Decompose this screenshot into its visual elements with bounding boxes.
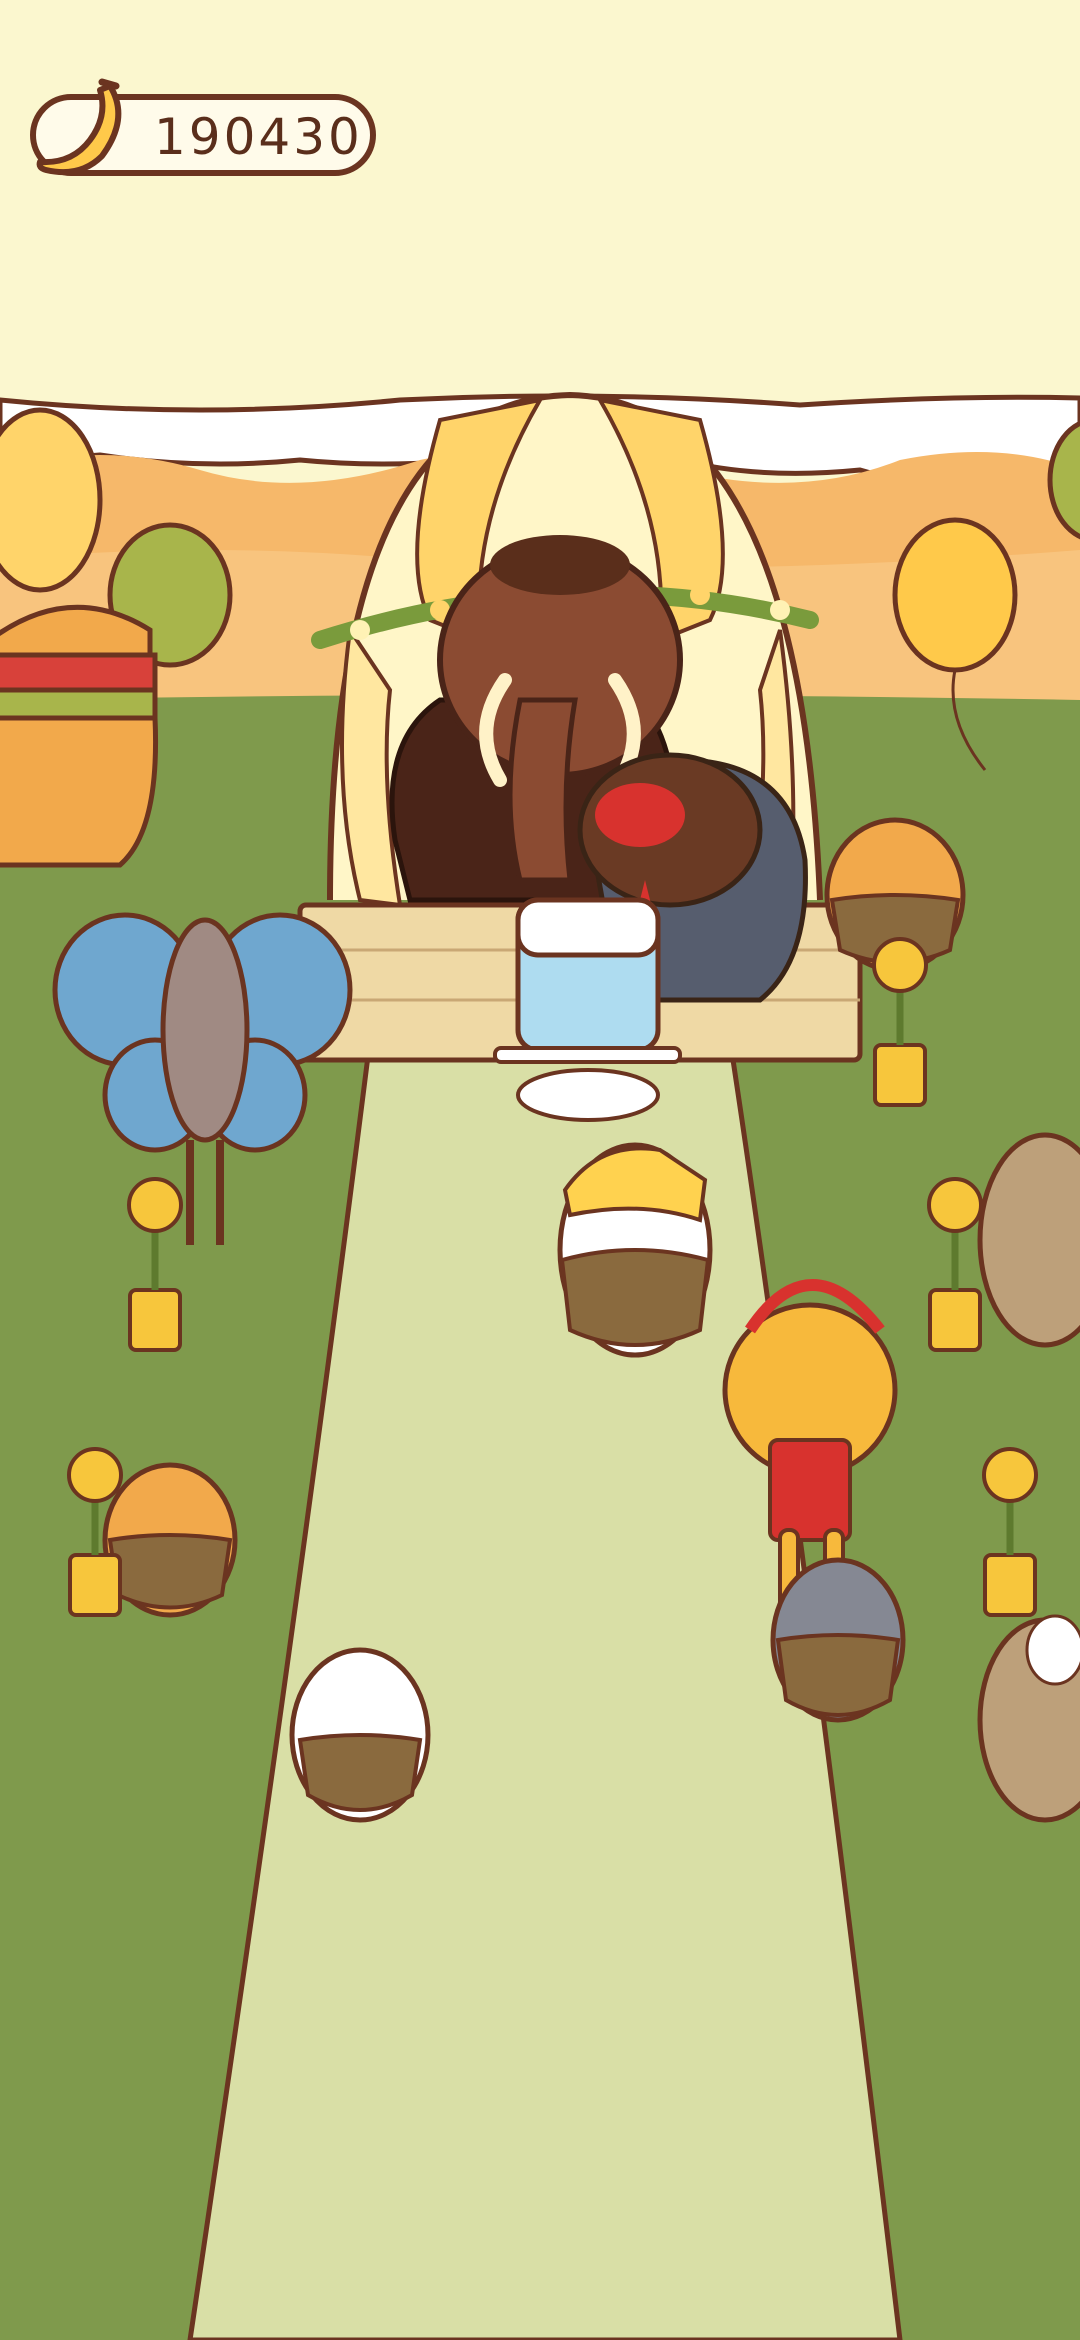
tabby-cat-left[interactable] (102, 1462, 238, 1618)
wedding-scene[interactable] (0, 0, 1080, 2340)
burger-balloon[interactable] (0, 604, 159, 868)
banana-count: 190430 (154, 108, 363, 166)
balloon-yellow-left[interactable] (0, 407, 103, 593)
banana-icon (36, 78, 122, 176)
banana-counter[interactable]: 190430 (30, 78, 376, 176)
cake-officiant[interactable] (493, 897, 682, 1122)
gray-cat-guest[interactable] (770, 1557, 906, 1723)
game-screen[interactable]: 190430 (0, 0, 1080, 2340)
calico-cat-guest[interactable] (557, 1142, 713, 1358)
white-cat-guest[interactable] (289, 1647, 431, 1823)
